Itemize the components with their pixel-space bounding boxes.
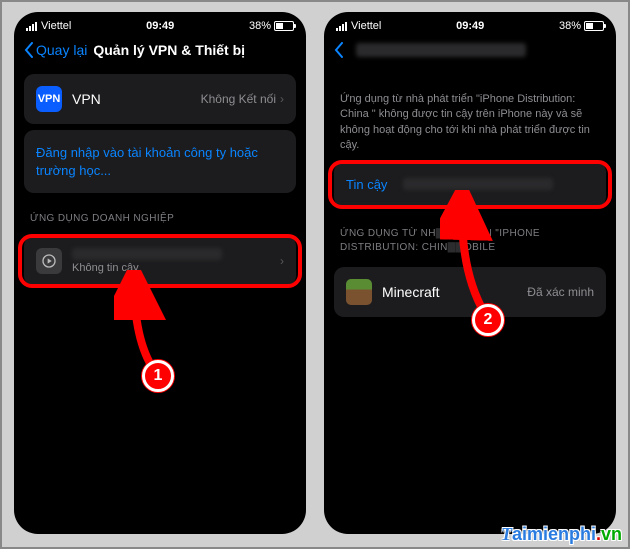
nav-header: Quay lại Quản lý VPN & Thiết bị bbox=[14, 36, 306, 68]
page-title: Quản lý VPN & Thiết bị bbox=[93, 42, 245, 58]
back-button[interactable]: Quay lại bbox=[24, 42, 87, 58]
vpn-cell[interactable]: VPN VPN Không Kết nối › bbox=[24, 74, 296, 124]
nav-header bbox=[324, 36, 616, 68]
phone-left: Viettel 09:49 38% Quay lại Quản lý VPN &… bbox=[14, 12, 306, 534]
signal-icon bbox=[336, 22, 347, 31]
developer-name-blurred bbox=[72, 248, 222, 260]
minecraft-icon bbox=[346, 279, 372, 305]
trust-label: Tin cậy bbox=[346, 176, 387, 194]
vpn-icon: VPN bbox=[36, 86, 62, 112]
battery-percent: 38% bbox=[559, 20, 581, 32]
battery-percent: 38% bbox=[249, 20, 271, 32]
trust-cell[interactable]: Tin cậy bbox=[334, 162, 606, 208]
trust-description: Ứng dụng từ nhà phát triển "iPhone Distr… bbox=[324, 86, 616, 156]
title-blurred bbox=[356, 43, 526, 57]
battery-icon bbox=[274, 21, 294, 31]
trust-blurred bbox=[403, 178, 553, 190]
status-bar: Viettel 09:49 38% bbox=[14, 12, 306, 36]
signin-cell[interactable]: Đăng nhập vào tài khoản công ty hoặc trư… bbox=[24, 130, 296, 193]
signal-icon bbox=[26, 22, 37, 31]
developer-icon bbox=[36, 248, 62, 274]
vpn-label: VPN bbox=[72, 91, 101, 107]
chevron-left-icon bbox=[334, 42, 344, 58]
developer-cell[interactable]: Không tin cậy › bbox=[24, 236, 296, 286]
signin-link: Đăng nhập vào tài khoản công ty hoặc trư… bbox=[36, 144, 284, 179]
clock: 09:49 bbox=[146, 20, 174, 32]
phone-right: Viettel 09:49 38% Ứng dụng từ nhà phát t… bbox=[324, 12, 616, 534]
annotation-badge-1: 1 bbox=[142, 360, 174, 392]
status-bar: Viettel 09:49 38% bbox=[324, 12, 616, 36]
enterprise-header: ỨNG DỤNG DOANH NGHIỆP bbox=[14, 199, 306, 230]
chevron-right-icon: › bbox=[280, 254, 284, 268]
developer-sub: Không tin cậy bbox=[72, 262, 222, 274]
app-name: Minecraft bbox=[382, 284, 440, 300]
app-cell[interactable]: Minecraft Đã xác minh bbox=[334, 267, 606, 317]
back-button[interactable] bbox=[334, 42, 344, 58]
app-status: Đã xác minh bbox=[527, 285, 594, 299]
vpn-status: Không Kết nối bbox=[201, 92, 276, 106]
back-label: Quay lại bbox=[36, 42, 87, 58]
battery-icon bbox=[584, 21, 604, 31]
carrier: Viettel bbox=[351, 20, 381, 32]
watermark: Taimienphi.vn bbox=[501, 524, 622, 545]
apps-header: ỨNG DỤNG TỪ NH▇▇▇TRIỂN "IPHONE DISTRIBUT… bbox=[324, 213, 616, 261]
clock: 09:49 bbox=[456, 20, 484, 32]
carrier: Viettel bbox=[41, 20, 71, 32]
chevron-left-icon bbox=[24, 42, 34, 58]
chevron-right-icon: › bbox=[280, 92, 284, 106]
annotation-badge-2: 2 bbox=[472, 304, 504, 336]
